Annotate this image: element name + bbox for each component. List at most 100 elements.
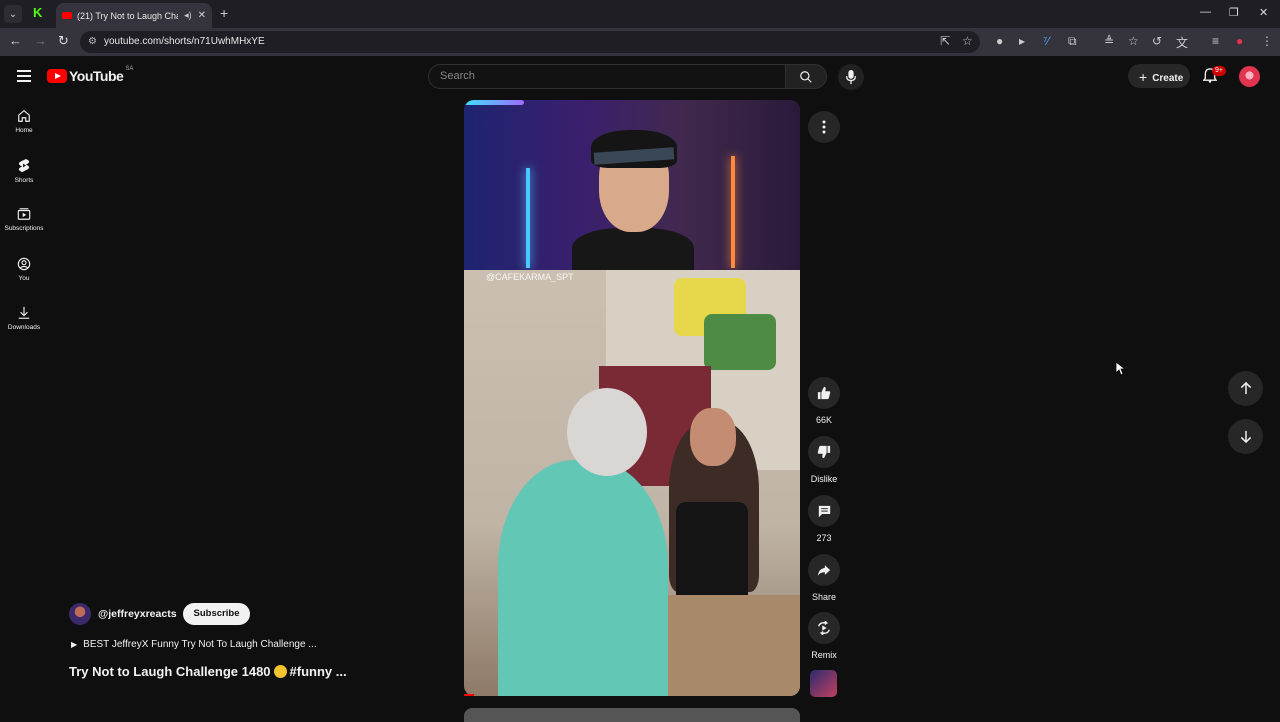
extension-play-icon[interactable]: ▸ — [1019, 34, 1025, 48]
logo-wordmark: YouTube — [69, 68, 124, 84]
subscriptions-icon — [17, 208, 31, 220]
install-app-icon[interactable]: ⇱ — [940, 34, 950, 48]
create-label: Create — [1152, 73, 1184, 84]
share-button[interactable]: Share — [804, 554, 844, 602]
notification-badge: 9+ — [1212, 66, 1226, 76]
extension-avatar-icon[interactable]: ● — [996, 34, 1003, 48]
mouse-cursor-icon — [1116, 362, 1126, 376]
video-progress[interactable] — [464, 694, 474, 696]
sidebar-item-home[interactable]: Home — [0, 109, 48, 134]
channel-handle[interactable]: @jeffreyxreacts — [98, 608, 177, 620]
more-vertical-icon — [822, 120, 826, 134]
like-count: 66K — [815, 415, 832, 425]
remix-button[interactable]: Remix — [804, 612, 844, 660]
download-icon — [18, 306, 30, 319]
guide-menu-icon[interactable] — [17, 70, 31, 85]
sidebar-item-downloads[interactable]: Downloads — [0, 306, 48, 331]
play-icon: ▶ — [71, 640, 78, 649]
profile-icon[interactable]: ● — [1236, 34, 1243, 48]
extension-translate-icon[interactable]: ⁷⁄ — [1043, 34, 1049, 48]
barista-face — [690, 408, 736, 466]
browser-tab-active[interactable]: (21) Try Not to Laugh Challe ◂) ✕ — [56, 3, 212, 28]
home-icon — [18, 110, 30, 122]
forward-icon[interactable]: → — [34, 33, 47, 48]
reactor-camera — [464, 100, 800, 278]
url-text: youtube.com/shorts/n71UwhMHxYE — [104, 36, 265, 47]
sidebar-item-label: You — [18, 275, 30, 282]
back-icon[interactable]: ← — [9, 33, 22, 48]
playlist-link[interactable]: ▶ BEST JeffreyX Funny Try Not To Laugh Ch… — [71, 639, 317, 650]
voice-search-button[interactable] — [838, 64, 864, 90]
extension-hat-icon[interactable]: ≜ — [1104, 34, 1114, 48]
translate-icon[interactable]: 文 — [1176, 34, 1188, 51]
orange-light — [731, 156, 735, 268]
dislike-button[interactable]: Dislike — [804, 436, 844, 484]
playlist-title: BEST JeffreyX Funny Try Not To Laugh Cha… — [83, 639, 317, 650]
remix-label: Remix — [811, 650, 837, 660]
address-bar[interactable]: ⚙ youtube.com/shorts/n71UwhMHxYE — [80, 31, 980, 53]
search-button[interactable] — [785, 64, 827, 89]
title-prefix: Try Not to Laugh Challenge 1480 — [69, 664, 271, 679]
country-code: SA — [125, 66, 134, 72]
thumbs-down-icon — [817, 445, 831, 459]
sidebar-item-label: Shorts — [14, 177, 34, 184]
green-shirt — [704, 314, 776, 370]
bookmark-star-icon[interactable]: ☆ — [962, 34, 973, 48]
sidebar-item-subscriptions[interactable]: Subscriptions — [0, 207, 48, 232]
minimize-icon[interactable]: — — [1200, 6, 1211, 18]
video-title[interactable]: Try Not to Laugh Challenge 1480 #funny ..… — [69, 664, 347, 679]
restore-icon[interactable]: ❐ — [1229, 6, 1239, 19]
arrow-down-icon — [1240, 430, 1251, 443]
site-info-icon[interactable]: ⚙ — [88, 31, 97, 53]
search-icon — [800, 70, 812, 83]
customer-head — [567, 388, 647, 476]
sidebar-item-shorts[interactable]: Shorts — [0, 158, 48, 184]
led-strip — [464, 100, 524, 105]
reload-icon[interactable]: ↻ — [58, 33, 69, 49]
close-tab-icon[interactable]: ✕ — [198, 10, 206, 21]
youtube-favicon — [62, 12, 72, 19]
next-short-button[interactable] — [1228, 419, 1263, 454]
close-window-icon[interactable]: ✕ — [1259, 6, 1268, 19]
audio-playing-icon[interactable]: ◂) — [184, 10, 192, 21]
youtube-logo[interactable]: YouTube SA — [47, 66, 134, 84]
blue-light — [526, 168, 530, 268]
thumbs-up-icon — [817, 386, 831, 400]
create-button[interactable]: + Create — [1128, 64, 1190, 88]
previous-short-button[interactable] — [1228, 371, 1263, 406]
tab-title: (21) Try Not to Laugh Challe — [77, 10, 178, 21]
youtube-play-icon — [47, 69, 67, 83]
more-options-button[interactable] — [808, 111, 840, 143]
channel-row: @jeffreyxreacts Subscribe — [69, 603, 251, 625]
dislike-label: Dislike — [810, 474, 838, 484]
extensions-puzzle-icon[interactable]: ⧉ — [1068, 34, 1077, 49]
comments-button[interactable]: 273 — [804, 495, 844, 543]
share-label: Share — [811, 592, 837, 602]
sidebar-item-label: Downloads — [7, 324, 41, 331]
arrow-up-icon — [1240, 382, 1251, 395]
video-watermark: @CAFEKARMA_SPT — [486, 272, 574, 282]
account-avatar[interactable] — [1239, 66, 1260, 87]
microphone-icon — [845, 70, 857, 84]
laughing-emoji-icon — [273, 665, 287, 678]
channel-avatar[interactable] — [69, 603, 91, 625]
comment-count: 273 — [816, 533, 832, 543]
like-button[interactable]: 66K — [804, 377, 844, 425]
search-input[interactable]: Search — [428, 64, 786, 89]
sidebar-item-label: Subscriptions — [4, 225, 44, 232]
shorts-video-player[interactable]: @CAFEKARMA_SPT — [464, 100, 800, 696]
user-icon — [17, 257, 31, 271]
kick-tab-icon[interactable]: K — [33, 6, 47, 20]
share-icon — [817, 564, 831, 576]
comment-icon — [818, 505, 830, 517]
history-icon[interactable]: ↺ — [1152, 34, 1162, 48]
new-tab-button[interactable]: + — [220, 5, 228, 21]
browser-menu-icon[interactable]: ⋮ — [1261, 34, 1273, 48]
subscribe-button[interactable]: Subscribe — [182, 603, 251, 625]
sidebar-item-you[interactable]: You — [0, 257, 48, 282]
channel-thumbnail[interactable] — [810, 670, 837, 697]
bookmarks-icon[interactable]: ☆ — [1128, 34, 1139, 48]
reading-list-icon[interactable]: ≡ — [1212, 34, 1219, 48]
title-suffix: #funny ... — [289, 664, 347, 679]
tab-search-dropdown[interactable]: ⌄ — [4, 5, 22, 23]
